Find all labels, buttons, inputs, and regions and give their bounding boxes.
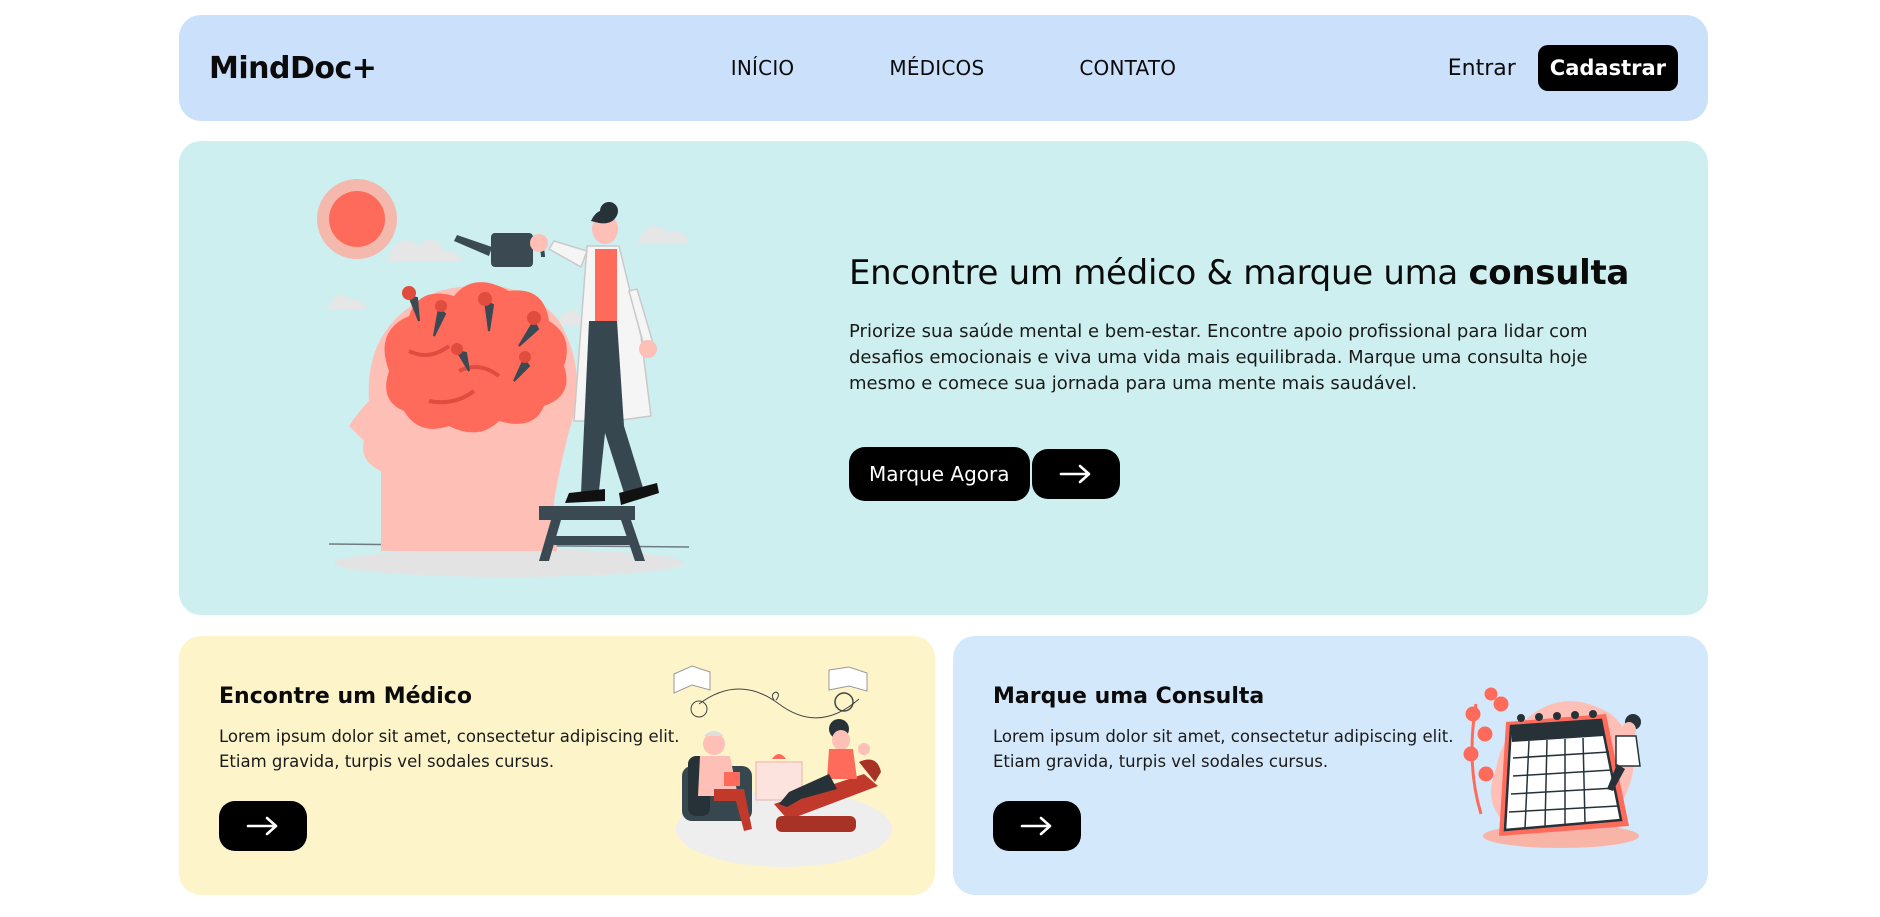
- hero-cta-group: Marque Agora: [849, 447, 1639, 501]
- navbar: MindDoc+ INÍCIO MÉDICOS CONTATO Entrar C…: [179, 15, 1708, 121]
- arrow-right-icon: [1020, 816, 1052, 836]
- find-doctor-text: Lorem ipsum dolor sit amet, consectetur …: [219, 727, 680, 771]
- book-appointment-text: Lorem ipsum dolor sit amet, consectetur …: [993, 727, 1454, 771]
- hero-title-bold: consulta: [1468, 253, 1630, 293]
- calendar-illustration: [1463, 687, 1641, 848]
- hero-section: Encontre um médico & marque uma consulta…: [179, 141, 1708, 615]
- logo[interactable]: MindDoc+: [209, 51, 377, 86]
- watering-brain-illustration: [317, 179, 689, 577]
- nav-link-contato[interactable]: CONTATO: [1079, 56, 1176, 80]
- signup-button[interactable]: Cadastrar: [1537, 45, 1678, 91]
- arrow-right-icon: [1059, 464, 1090, 484]
- nav-link-medicos[interactable]: MÉDICOS: [889, 56, 984, 80]
- hero-title-regular: Encontre um médico & marque uma: [849, 253, 1469, 293]
- find-doctor-arrow-button[interactable]: [219, 801, 307, 851]
- hero-description: Priorize sua saúde mental e bem-estar. E…: [849, 321, 1588, 394]
- find-doctor-title: Encontre um Médico: [219, 684, 472, 709]
- hero-content: Encontre um médico & marque uma consulta…: [849, 253, 1639, 501]
- therapy-session-illustration: [673, 665, 892, 867]
- arrow-right-icon: [246, 816, 278, 836]
- hero-title: Encontre um médico & marque uma consulta: [849, 253, 1639, 293]
- book-appointment-title: Marque uma Consulta: [993, 684, 1265, 709]
- book-appointment-arrow-button[interactable]: [993, 801, 1081, 851]
- login-link[interactable]: Entrar: [1448, 56, 1516, 81]
- hero-arrow-button[interactable]: [1031, 449, 1120, 499]
- nav-link-inicio[interactable]: INÍCIO: [731, 56, 795, 80]
- book-appointment-card: Marque uma Consulta Lorem ipsum dolor si…: [953, 636, 1708, 895]
- auth-actions: Entrar Cadastrar: [1448, 45, 1678, 91]
- find-doctor-card: Encontre um Médico Lorem ipsum dolor sit…: [179, 636, 935, 895]
- book-now-button[interactable]: Marque Agora: [849, 447, 1030, 501]
